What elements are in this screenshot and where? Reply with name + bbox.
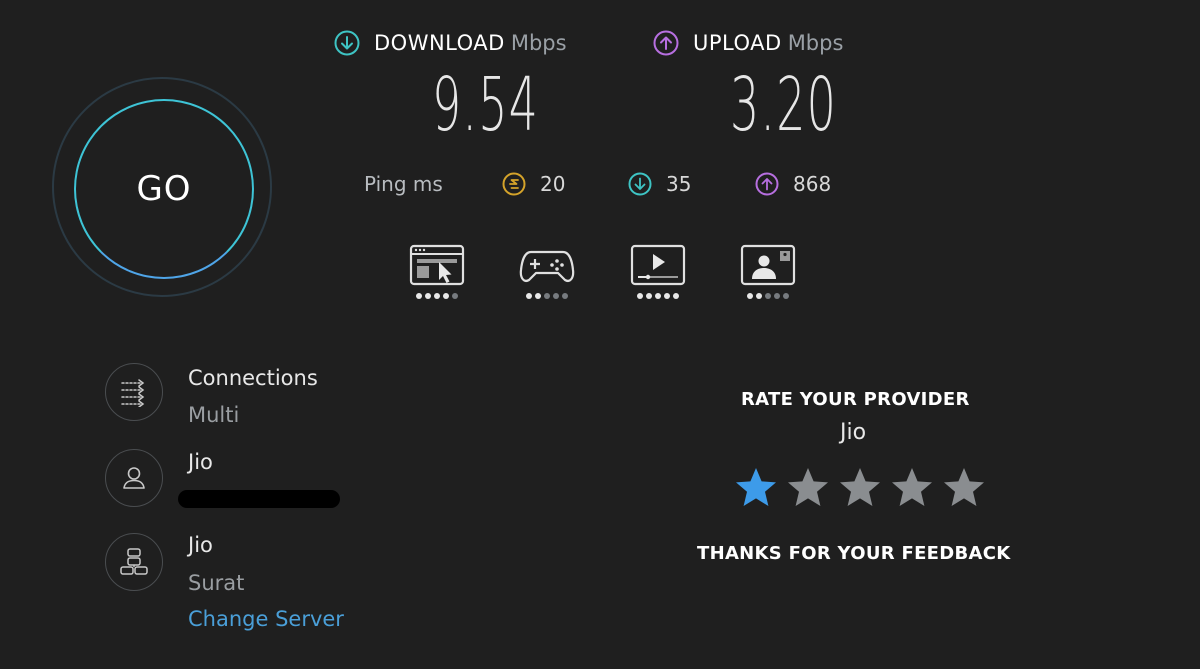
quality-dot <box>783 293 789 299</box>
upload-header: UPLOAD Mbps <box>653 30 843 56</box>
quality-dot <box>664 293 670 299</box>
server-icon <box>120 548 148 575</box>
user-icon <box>123 467 145 489</box>
download-label: DOWNLOAD <box>374 31 505 55</box>
upload-label: UPLOAD <box>693 31 782 55</box>
go-button[interactable]: GO <box>74 99 254 279</box>
upload-arrow-icon <box>653 30 679 56</box>
ping-jitter-icon <box>502 172 526 196</box>
download-unit: Mbps <box>510 31 567 55</box>
quality-dot <box>443 293 449 299</box>
star-rating <box>734 466 986 508</box>
quality-dot <box>673 293 679 299</box>
quality-dot <box>553 293 559 299</box>
ping-upload: 868 <box>755 172 831 196</box>
quality-dot <box>765 293 771 299</box>
quality-dot <box>655 293 661 299</box>
star-3-icon[interactable] <box>838 466 882 508</box>
quality-gaming[interactable] <box>519 244 575 286</box>
web-browsing-icon <box>409 244 465 286</box>
ping-download-value: 35 <box>666 172 692 196</box>
upload-unit: Mbps <box>787 31 844 55</box>
quality-video-call-dots <box>740 293 796 299</box>
ping-upload-value: 868 <box>793 172 832 196</box>
rate-your-provider-title: RATE YOUR PROVIDER <box>741 389 970 410</box>
video-call-icon <box>740 244 796 286</box>
server-icon-circle <box>105 533 163 591</box>
quality-video-streaming-dots <box>630 293 686 299</box>
multi-connections-icon <box>121 379 145 407</box>
quality-video-streaming[interactable] <box>630 244 686 286</box>
download-arrow-icon <box>628 172 652 196</box>
star-1-icon[interactable] <box>734 466 778 508</box>
ping-idle: 20 <box>502 172 565 196</box>
change-server-link[interactable]: Change Server <box>188 607 344 631</box>
quality-dot <box>637 293 643 299</box>
connections-icon-circle <box>105 363 163 421</box>
provider-icon-circle <box>105 449 163 507</box>
quality-dot <box>535 293 541 299</box>
star-2-icon[interactable] <box>786 466 830 508</box>
ping-download: 35 <box>628 172 691 196</box>
download-header: DOWNLOAD Mbps <box>334 30 567 56</box>
quality-web-browsing[interactable] <box>409 244 465 286</box>
quality-dot <box>526 293 532 299</box>
connections-value[interactable]: Multi <box>188 403 239 427</box>
ping-label: Ping ms <box>364 172 443 196</box>
quality-gaming-dots <box>519 293 575 299</box>
redacted-ip-address <box>178 490 340 508</box>
server-location: Surat <box>188 571 245 595</box>
upload-arrow-icon <box>755 172 779 196</box>
ping-idle-value: 20 <box>540 172 566 196</box>
star-4-icon[interactable] <box>890 466 934 508</box>
download-arrow-icon <box>334 30 360 56</box>
quality-dot <box>425 293 431 299</box>
connections-title: Connections <box>188 366 318 390</box>
star-5-icon[interactable] <box>942 466 986 508</box>
quality-dot <box>452 293 458 299</box>
provider-name: Jio <box>188 450 213 474</box>
quality-video-call[interactable] <box>740 244 796 286</box>
quality-dot <box>747 293 753 299</box>
quality-dot <box>774 293 780 299</box>
rate-provider-name: Jio <box>840 420 867 445</box>
server-provider-name: Jio <box>188 533 213 557</box>
quality-dot <box>434 293 440 299</box>
go-button-label: GO <box>136 169 192 209</box>
video-streaming-icon <box>630 244 686 286</box>
thanks-for-feedback-message: THANKS FOR YOUR FEEDBACK <box>697 543 1011 564</box>
quality-dot <box>756 293 762 299</box>
upload-value: 3.20 <box>730 62 838 148</box>
download-value: 9.54 <box>432 62 540 148</box>
quality-dot <box>562 293 568 299</box>
quality-dot <box>416 293 422 299</box>
quality-dot <box>646 293 652 299</box>
quality-web-browsing-dots <box>409 293 465 299</box>
quality-dot <box>544 293 550 299</box>
gaming-controller-icon <box>519 250 575 282</box>
